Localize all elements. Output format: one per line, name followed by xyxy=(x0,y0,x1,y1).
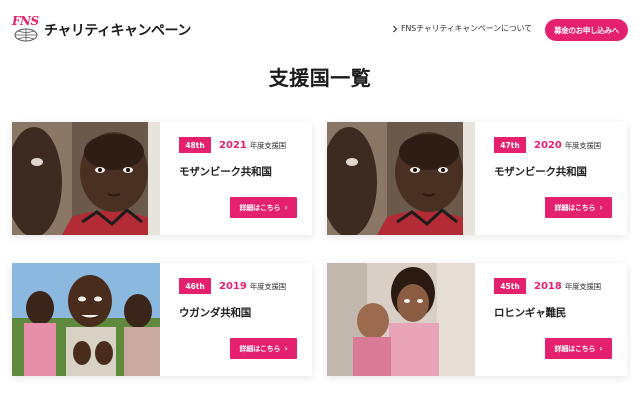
details-button-label: 詳細はこちら xyxy=(554,203,596,212)
year-row: 48th 2021 年度支援国 xyxy=(179,137,286,153)
chevron-right-icon: › xyxy=(284,344,288,353)
details-button-label: 詳細はこちら xyxy=(239,203,281,212)
logo-text: チャリティキャンペーン xyxy=(44,23,191,39)
details-button[interactable]: 詳細はこちら › xyxy=(230,197,297,218)
about-campaign-label: FNSチャリティキャンペーンについて xyxy=(401,24,532,33)
year-row: 45th 2018 年度支援国 xyxy=(494,278,601,294)
support-year: 2018 xyxy=(534,280,562,292)
country-card: 47th 2020 年度支援国 モザンビーク共和国 詳細はこちら › xyxy=(327,122,627,235)
country-name: ウガンダ共和国 xyxy=(179,307,252,319)
year-row: 47th 2020 年度支援国 xyxy=(494,137,601,153)
chevron-right-icon: › xyxy=(284,203,288,212)
about-campaign-link[interactable]: FNSチャリティキャンペーンについて xyxy=(392,23,532,34)
card-photo xyxy=(12,122,160,235)
year-suffix: 年度支援国 xyxy=(249,140,286,150)
support-year: 2019 xyxy=(219,280,247,292)
card-photo xyxy=(327,122,475,235)
country-name: ロヒンギャ難民 xyxy=(494,307,567,319)
country-card: 45th 2018 年度支援国 ロヒンギャ難民 詳細はこちら › xyxy=(327,263,627,376)
logo-mark: FNS xyxy=(12,14,40,44)
donate-button[interactable]: 募金のお申し込みへ xyxy=(545,19,628,41)
country-card: 48th 2021 年度支援国 モザンビーク共和国 詳細はこちら › xyxy=(12,122,312,235)
card-photo xyxy=(327,263,475,376)
edition-badge: 45th xyxy=(494,278,526,294)
globe-icon xyxy=(14,28,38,42)
site-logo[interactable]: FNS チャリティキャンペーン xyxy=(12,14,191,44)
card-photo xyxy=(12,263,160,376)
chevron-right-icon: › xyxy=(599,203,603,212)
country-name: モザンビーク共和国 xyxy=(179,166,272,178)
year-suffix: 年度支援国 xyxy=(564,140,601,150)
country-card: 46th 2019 年度支援国 ウガンダ共和国 詳細はこちら › xyxy=(12,263,312,376)
chevron-right-icon: › xyxy=(599,344,603,353)
details-button[interactable]: 詳細はこちら › xyxy=(545,197,612,218)
details-button[interactable]: 詳細はこちら › xyxy=(545,338,612,359)
details-button-label: 詳細はこちら xyxy=(239,344,281,353)
edition-badge: 46th xyxy=(179,278,211,294)
year-row: 46th 2019 年度支援国 xyxy=(179,278,286,294)
details-button[interactable]: 詳細はこちら › xyxy=(230,338,297,359)
year-suffix: 年度支援国 xyxy=(564,281,601,291)
logo-fns-text: FNS xyxy=(12,14,39,28)
support-year: 2021 xyxy=(219,139,247,151)
chevron-right-icon xyxy=(393,25,398,32)
details-button-label: 詳細はこちら xyxy=(554,344,596,353)
country-name: モザンビーク共和国 xyxy=(494,166,587,178)
edition-badge: 48th xyxy=(179,137,211,153)
site-header: FNS チャリティキャンペーン FNSチャリティキャンペーンについて 募金のお申… xyxy=(0,0,640,58)
support-year: 2020 xyxy=(534,139,562,151)
edition-badge: 47th xyxy=(494,137,526,153)
page-title: 支援国一覧 xyxy=(268,66,372,90)
year-suffix: 年度支援国 xyxy=(249,281,286,291)
